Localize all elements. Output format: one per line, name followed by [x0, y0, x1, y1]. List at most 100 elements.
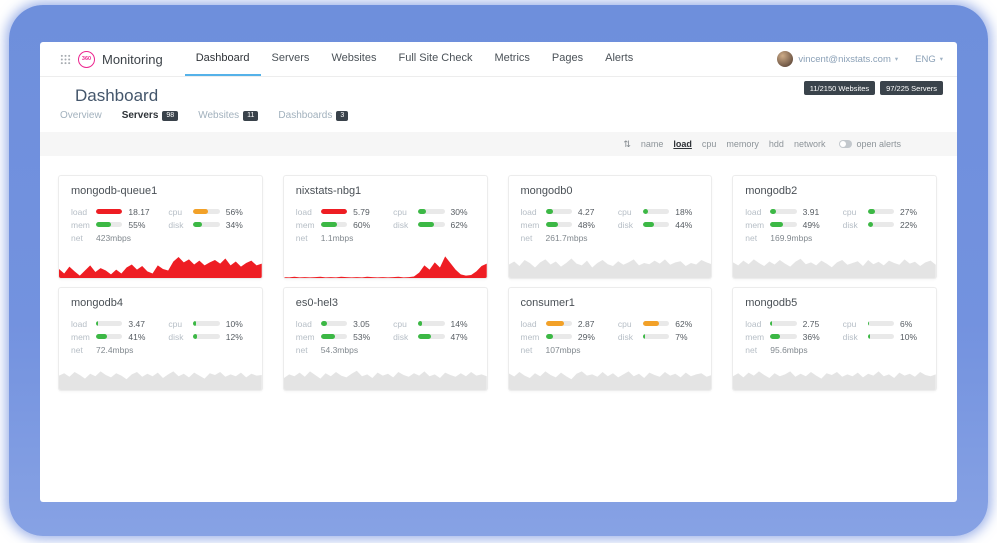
tab-label: Websites: [198, 110, 239, 121]
cpu-label: cpu: [393, 319, 418, 329]
cpu-label: cpu: [618, 207, 643, 217]
nav-item-websites[interactable]: Websites: [320, 42, 387, 76]
cpu-label: cpu: [393, 207, 418, 217]
cpu-stat: cpu 6%: [843, 320, 924, 327]
nav-item-full-site-check[interactable]: Full Site Check: [387, 42, 483, 76]
server-card[interactable]: es0-hel3 load 3.05 mem 53% net 54.3mbps: [283, 287, 488, 391]
net-label: net: [521, 345, 546, 355]
mem-stat: mem 60%: [296, 221, 377, 228]
open-alerts-toggle[interactable]: open alerts: [839, 139, 901, 149]
load-label: load: [71, 319, 96, 329]
disk-label: disk: [168, 220, 193, 230]
net-stat: net 54.3mbps: [296, 346, 377, 353]
cpu-value: 18%: [675, 207, 699, 217]
tab-overview[interactable]: Overview: [60, 110, 102, 121]
load-stat: load 3.91: [745, 208, 826, 215]
server-stats: load 2.75 mem 36% net 95.6mbps cpu: [733, 309, 936, 353]
disk-label: disk: [618, 332, 643, 342]
sort-option-hdd[interactable]: hdd: [769, 139, 784, 149]
server-card[interactable]: mongodb2 load 3.91 mem 49% net 169.9mbps: [732, 175, 937, 279]
language-selector[interactable]: ENG ▾: [915, 54, 943, 65]
app-grid-icon[interactable]: [60, 54, 71, 65]
mem-stat: mem 49%: [745, 221, 826, 228]
nav-item-dashboard[interactable]: Dashboard: [185, 42, 261, 76]
mem-label: mem: [521, 220, 546, 230]
open-alerts-label: open alerts: [856, 139, 901, 149]
load-bar: [770, 209, 796, 214]
nav-item-alerts[interactable]: Alerts: [594, 42, 644, 76]
server-card[interactable]: mongodb4 load 3.47 mem 41% net 72.4mbps: [58, 287, 263, 391]
server-stats: load 2.87 mem 29% net 107mbps cpu: [509, 309, 712, 353]
sort-option-network[interactable]: network: [794, 139, 826, 149]
load-bar: [321, 209, 347, 214]
disk-bar: [643, 334, 669, 339]
server-card[interactable]: mongodb-queue1 load 18.17 mem 55% net 42…: [58, 175, 263, 279]
user-menu[interactable]: vincent@nixstats.com ▾: [798, 54, 898, 65]
tab-dashboards[interactable]: Dashboards3: [278, 110, 348, 121]
disk-stat: disk 34%: [168, 221, 249, 228]
disk-bar: [868, 334, 894, 339]
net-value: 261.7mbps: [546, 233, 588, 243]
mem-bar: [96, 222, 122, 227]
server-name: mongodb0: [509, 176, 712, 197]
tab-websites[interactable]: Websites11: [198, 110, 258, 121]
sort-option-name[interactable]: name: [641, 139, 664, 149]
nav-item-metrics[interactable]: Metrics: [483, 42, 540, 76]
server-card[interactable]: mongodb0 load 4.27 mem 48% net 261.7mbps: [508, 175, 713, 279]
load-bar: [770, 321, 796, 326]
tabs: Overview Servers98 Websites11 Dashboards3: [60, 110, 348, 121]
user-avatar[interactable]: [777, 51, 793, 67]
sort-option-cpu[interactable]: cpu: [702, 139, 717, 149]
nav-item-servers[interactable]: Servers: [261, 42, 321, 76]
server-stats: load 4.27 mem 48% net 261.7mbps cpu: [509, 197, 712, 241]
cpu-bar: [868, 321, 894, 326]
disk-bar: [418, 334, 444, 339]
mem-stat: mem 36%: [745, 333, 826, 340]
sort-option-load[interactable]: load: [673, 139, 692, 149]
server-card[interactable]: mongodb5 load 2.75 mem 36% net 95.6mbps: [732, 287, 937, 391]
load-sparkline: [509, 360, 712, 390]
cpu-bar: [418, 209, 444, 214]
user-email: vincent@nixstats.com: [798, 54, 891, 65]
mem-bar: [96, 334, 122, 339]
disk-bar: [193, 222, 219, 227]
load-stat: load 2.87: [521, 320, 602, 327]
disk-value: 22%: [900, 220, 924, 230]
server-card[interactable]: consumer1 load 2.87 mem 29% net 107mbps: [508, 287, 713, 391]
load-sparkline: [733, 248, 936, 278]
count-badge: 97/225 Servers: [880, 81, 943, 95]
disk-bar: [418, 222, 444, 227]
load-value: 4.27: [578, 207, 602, 217]
load-stat: load 3.05: [296, 320, 377, 327]
net-value: 423mbps: [96, 233, 131, 243]
load-stat: load 3.47: [71, 320, 152, 327]
mem-bar: [546, 222, 572, 227]
language-label: ENG: [915, 54, 936, 65]
tab-servers[interactable]: Servers98: [122, 110, 179, 121]
server-card[interactable]: nixstats-nbg1 load 5.79 mem 60% net 1.1m…: [283, 175, 488, 279]
cpu-bar: [193, 209, 219, 214]
mem-value: 41%: [128, 332, 152, 342]
mem-label: mem: [71, 220, 96, 230]
load-label: load: [745, 207, 770, 217]
nav-item-pages[interactable]: Pages: [541, 42, 594, 76]
load-value: 3.91: [803, 207, 827, 217]
load-sparkline: [284, 360, 487, 390]
cpu-label: cpu: [168, 319, 193, 329]
net-label: net: [745, 345, 770, 355]
disk-stat: disk 47%: [393, 333, 474, 340]
server-stats: load 3.05 mem 53% net 54.3mbps cpu: [284, 309, 487, 353]
mem-label: mem: [71, 332, 96, 342]
top-navbar: 360 Monitoring DashboardServersWebsitesF…: [40, 42, 957, 77]
load-bar: [546, 321, 572, 326]
cpu-value: 62%: [675, 319, 699, 329]
mem-value: 53%: [353, 332, 377, 342]
server-stats: load 5.79 mem 60% net 1.1mbps cpu: [284, 197, 487, 241]
mem-value: 60%: [353, 220, 377, 230]
load-label: load: [71, 207, 96, 217]
cpu-value: 6%: [900, 319, 924, 329]
load-label: load: [296, 207, 321, 217]
sort-option-memory[interactable]: memory: [726, 139, 759, 149]
brand-name: Monitoring: [102, 52, 163, 67]
disk-value: 7%: [675, 332, 699, 342]
